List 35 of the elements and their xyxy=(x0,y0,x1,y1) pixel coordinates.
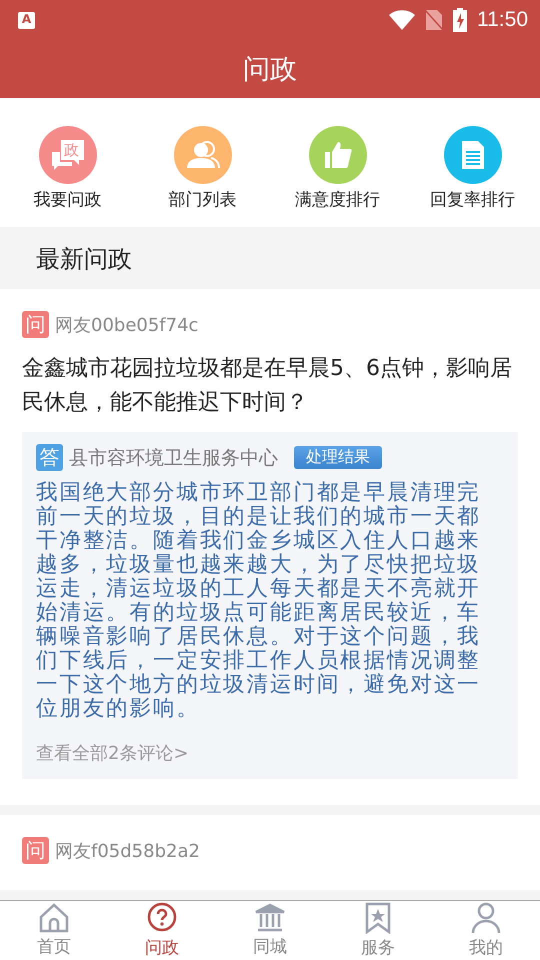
battery-charging-icon xyxy=(453,8,467,32)
question-badge: 问 xyxy=(22,311,49,338)
question-text[interactable]: 金鑫城市花园拉垃圾都是在早晨5、6点钟，影响居民休息，能不能推迟下时间？ xyxy=(22,352,518,420)
question-badge: 问 xyxy=(22,837,49,864)
home-icon xyxy=(38,903,70,933)
shortcut-button[interactable]: 满意度排行 xyxy=(270,126,405,211)
answer-text: 我国绝大部分城市环卫部门都是早晨清理完前一天的垃圾，目的是让我们的城市一天都干净整洁。随着我们金乡城区入住人口越来越多，垃圾量也越来越大，为了尽快把垃圾运走，清运垃圾的工人每天都是天不亮就开始清运。有的垃圾点可能距离居民较近，车辆噪音影响了居民休息。对于这个问题，我们下线后，一定安排工作人员根据情况调整一下这个地方的垃圾清运时间，避免对这一位朋友的影响。 xyxy=(36,481,482,721)
status-time: 11:50 xyxy=(477,8,528,32)
shortcut-button[interactable]: 回复率排行 xyxy=(405,126,540,211)
status-tag: 处理结果 xyxy=(294,446,382,469)
chat-bubbles-icon xyxy=(50,138,86,172)
nav-tab[interactable]: 问政 xyxy=(108,901,216,960)
shortcut-button[interactable]: 部门列表 xyxy=(135,126,270,211)
bank-icon xyxy=(254,903,286,933)
nav-tab[interactable]: 我的 xyxy=(432,901,540,960)
nav-tab[interactable]: 同城 xyxy=(216,901,324,960)
shortcut-button[interactable]: 政 我要问政 xyxy=(0,126,135,211)
section-title: 最新问政 xyxy=(36,244,132,275)
department-name: 县市容环境卫生服务中心 xyxy=(69,446,278,470)
thumbs-up-icon xyxy=(322,140,352,170)
page-title: 问政 xyxy=(243,53,297,87)
user-name: 网友f05d58b2a2 xyxy=(55,840,200,862)
user-name: 网友00be05f74c xyxy=(55,314,198,336)
answer-badge: 答 xyxy=(36,444,63,471)
nav-tab[interactable]: 首页 xyxy=(0,901,108,960)
nav-tab[interactable]: 服务 xyxy=(324,901,432,960)
question-icon xyxy=(146,902,178,934)
icon-character: 政 xyxy=(64,140,79,160)
no-sim-icon xyxy=(425,9,443,31)
wifi-icon xyxy=(389,10,415,30)
document-icon xyxy=(460,140,484,170)
person-icon xyxy=(471,902,501,934)
people-icon xyxy=(186,140,220,170)
app-notification-icon: A xyxy=(18,12,35,28)
bookmark-star-icon xyxy=(365,902,391,934)
